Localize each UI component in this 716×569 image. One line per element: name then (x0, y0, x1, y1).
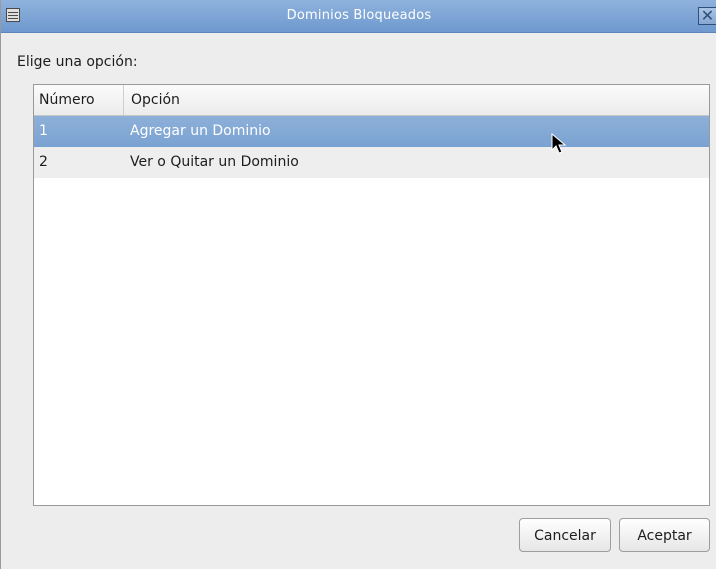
title-bar[interactable]: Dominios Bloqueados ✕ (1, 0, 716, 33)
list-row-1[interactable]: 1 Agregar un Dominio (34, 116, 709, 147)
accept-button[interactable]: Aceptar (619, 518, 710, 552)
list-header: Número Opción (34, 85, 709, 116)
row-option: Ver o Quitar un Dominio (130, 154, 299, 170)
row-option: Agregar un Dominio (130, 123, 271, 139)
mouse-pointer-icon (551, 132, 567, 159)
list-row-2[interactable]: 2 Ver o Quitar un Dominio (34, 147, 709, 178)
row-number: 1 (39, 123, 48, 139)
cancel-button[interactable]: Cancelar (519, 518, 611, 552)
options-list[interactable]: Número Opción 1 Agregar un Dominio 2 Ver… (33, 84, 710, 506)
row-number: 2 (39, 154, 48, 170)
dialog-window: Dominios Bloqueados ✕ Elige una opción: … (0, 0, 716, 569)
close-icon[interactable]: ✕ (698, 7, 716, 25)
column-header-option[interactable]: Opción (123, 85, 709, 115)
column-header-number[interactable]: Número (39, 85, 124, 115)
window-title: Dominios Bloqueados (286, 8, 432, 23)
prompt-label: Elige una opción: (17, 54, 138, 70)
